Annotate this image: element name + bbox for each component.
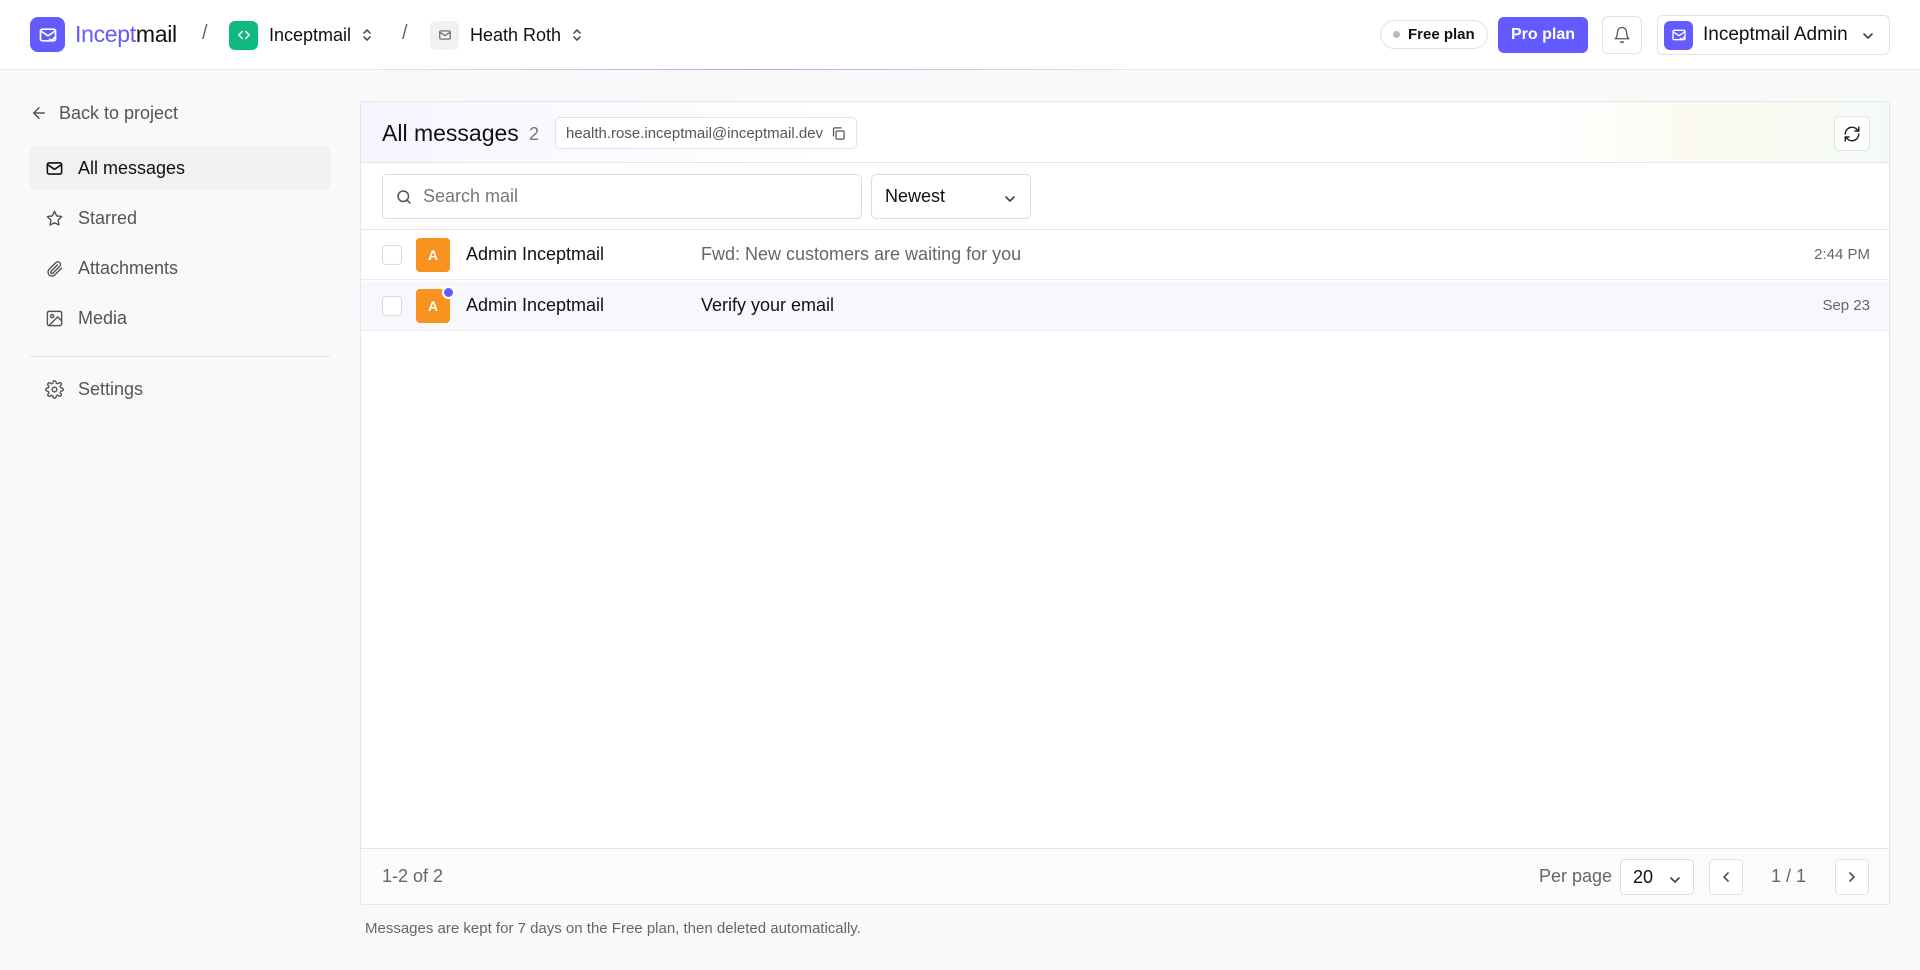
sidebar-item-label: Attachments <box>78 257 179 278</box>
project-name: Inceptmail <box>269 24 352 45</box>
inbox-email-chip[interactable]: health.rose.inceptmail@inceptmail.dev <box>555 117 858 149</box>
panel-header: All messages 2 health.rose.inceptmail@in… <box>361 102 1889 163</box>
pagination-range: 1-2 of 2 <box>382 866 444 886</box>
pro-plan-button[interactable]: Pro plan <box>1498 17 1588 53</box>
message-sender: Admin Inceptmail <box>466 295 605 315</box>
mail-check-icon <box>39 27 56 42</box>
arrow-left-icon <box>33 107 45 119</box>
page-indicator: 1 / 1 <box>1771 866 1807 886</box>
message-count: 2 <box>529 124 540 144</box>
chevron-left-icon <box>1723 872 1729 882</box>
search-box <box>382 174 862 219</box>
mail-check-icon <box>1671 29 1686 41</box>
brand-name[interactable]: Inceptmail <box>75 21 177 48</box>
inbox-icon <box>430 20 459 50</box>
sidebar-item-settings[interactable]: Settings <box>30 367 330 411</box>
sidebar-item-label: Media <box>78 307 128 328</box>
message-time: Sep 23 <box>1822 297 1870 314</box>
copy-icon <box>832 126 845 140</box>
chevron-down-icon <box>1670 877 1680 883</box>
breadcrumb-separator: / <box>402 22 408 44</box>
message-subject: Fwd: New customers are waiting for you <box>701 244 1022 264</box>
chevron-up-down-icon <box>363 29 371 41</box>
per-page-label: Per page <box>1539 866 1613 886</box>
paperclip-icon <box>47 260 63 277</box>
sender-avatar: A <box>416 237 450 272</box>
inbox-email-address: health.rose.inceptmail@inceptmail.dev <box>566 124 824 142</box>
bell-icon <box>1614 26 1630 44</box>
search-input[interactable] <box>423 186 823 207</box>
sidebar-item-label: Starred <box>78 207 138 228</box>
sidebar-item-media[interactable]: Media <box>30 296 330 340</box>
chevron-down-icon <box>1005 196 1015 202</box>
next-page-button[interactable] <box>1835 859 1869 895</box>
sort-select[interactable]: Newest <box>871 174 1031 219</box>
inbox-name: Heath Roth <box>470 24 562 45</box>
mail-icon <box>46 161 63 175</box>
back-to-project-label: Back to project <box>59 102 179 123</box>
free-plan-badge[interactable]: Free plan <box>1380 20 1488 49</box>
message-row[interactable]: A Admin Inceptmail Verify your email Sep… <box>361 281 1889 331</box>
chevron-up-down-icon <box>573 29 581 41</box>
previous-page-button[interactable] <box>1709 859 1743 895</box>
per-page-value: 20 <box>1633 866 1654 887</box>
message-subject: Verify your email <box>701 295 835 315</box>
code-icon <box>237 30 250 40</box>
free-plan-label: Free plan <box>1408 26 1475 43</box>
logo[interactable] <box>30 17 65 52</box>
chevron-down-icon <box>1863 33 1873 39</box>
image-icon <box>46 310 63 326</box>
account-avatar <box>1664 20 1693 50</box>
refresh-button[interactable] <box>1834 116 1870 151</box>
brand-name-part1: Incept <box>75 21 136 47</box>
inbox-switcher[interactable]: Heath Roth <box>430 20 583 50</box>
page-title: All messages <box>382 120 519 146</box>
retention-notice: Messages are kept for 7 days on the Free… <box>365 920 861 937</box>
plan-status-dot <box>1393 31 1400 38</box>
notifications-button[interactable] <box>1602 16 1642 54</box>
sidebar-divider <box>30 356 330 357</box>
project-icon <box>229 20 258 50</box>
mail-icon <box>438 30 451 40</box>
brand-name-part2: mail <box>135 21 177 47</box>
star-icon <box>46 210 63 226</box>
per-page-select[interactable]: 20 <box>1620 859 1694 895</box>
unread-indicator <box>442 286 455 299</box>
gear-icon <box>45 379 64 399</box>
sidebar-item-all-messages[interactable]: All messages <box>30 146 330 190</box>
back-to-project-link[interactable]: Back to project <box>30 100 178 126</box>
account-name: Inceptmail Admin <box>1703 24 1848 45</box>
copy-email-button[interactable] <box>831 126 846 141</box>
message-row[interactable]: A Admin Inceptmail Fwd: New customers ar… <box>361 230 1889 280</box>
sidebar-item-label: Settings <box>78 378 144 399</box>
project-switcher[interactable]: Inceptmail <box>229 20 373 50</box>
row-checkbox[interactable] <box>382 295 402 316</box>
breadcrumb-separator: / <box>202 22 208 44</box>
top-bar: Inceptmail / Inceptmail / Heath Roth Fre… <box>0 0 1920 70</box>
message-sender: Admin Inceptmail <box>466 244 605 264</box>
account-menu[interactable]: Inceptmail Admin <box>1657 15 1890 55</box>
sort-select-value: Newest <box>885 186 946 206</box>
messages-panel: All messages 2 health.rose.inceptmail@in… <box>360 101 1890 905</box>
pagination-bar: 1-2 of 2 Per page 20 1 / 1 <box>361 848 1889 904</box>
sidebar-item-starred[interactable]: Starred <box>30 196 330 240</box>
sidebar-item-label: All messages <box>78 157 186 178</box>
refresh-icon <box>1844 126 1860 141</box>
message-time: 2:44 PM <box>1814 246 1870 263</box>
chevron-right-icon <box>1849 872 1855 882</box>
row-checkbox[interactable] <box>382 244 402 265</box>
sidebar-item-attachments[interactable]: Attachments <box>30 246 330 290</box>
search-icon <box>397 189 411 204</box>
